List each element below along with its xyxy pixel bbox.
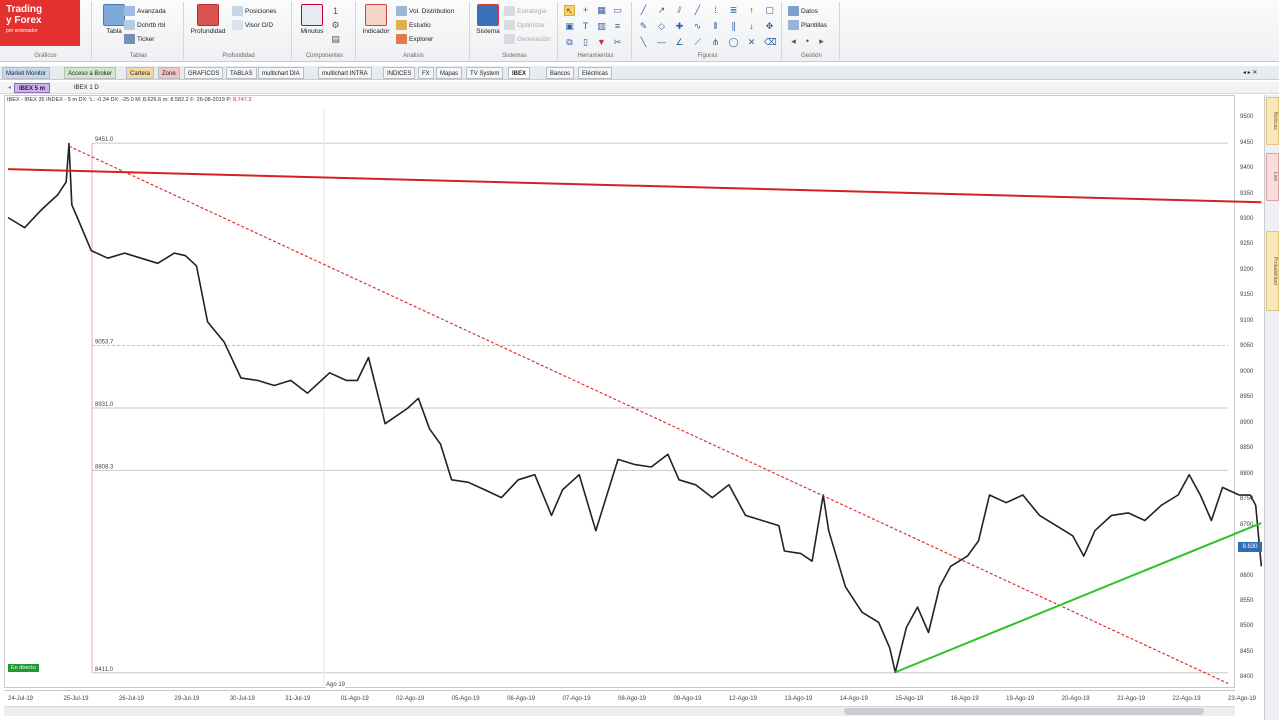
x-tick-label: 05-Ago-19	[451, 696, 480, 702]
x-tick-label: 13-Ago-19	[784, 696, 813, 702]
y-tick-label: 8450	[1240, 648, 1254, 655]
y-tick-label: 9500	[1240, 114, 1254, 121]
x-axis: 24-Jul-19 25-Jul-19 26-Jul-19 29-Jul-19 30-J…	[4, 690, 1256, 706]
horizontal-scrollbar[interactable]	[4, 706, 1235, 716]
y-tick-label: 9100	[1240, 317, 1254, 324]
trendline-bajista	[68, 145, 1229, 684]
x-tick-label: 30-Jul-19	[229, 696, 255, 702]
last-price-tag: 8.630	[1238, 542, 1262, 552]
y-tick-label: 8900	[1240, 419, 1254, 426]
y-tick-label: 9200	[1240, 266, 1254, 273]
y-tick-label: 9050	[1240, 343, 1254, 350]
y-tick-label: 8700	[1240, 521, 1254, 528]
x-tick-label: 16-Ago-19	[950, 696, 979, 702]
x-tick-label: 24-Jul-19	[8, 696, 34, 702]
x-tick-label: 12-Ago-19	[728, 696, 757, 702]
panel-tab-noticias[interactable]: Noticias	[1266, 97, 1279, 145]
x-tick-label: 23-Ago-19	[1228, 696, 1257, 702]
y-tick-label: 8550	[1240, 597, 1254, 604]
fib-level-label: 9053.7	[95, 339, 114, 345]
y-tick-label: 8750	[1240, 496, 1254, 503]
x-tick-label: 08-Ago-19	[618, 696, 647, 702]
x-tick-label: 01-Ago-19	[340, 696, 369, 702]
fib-level-label: 9451.0	[95, 137, 114, 143]
y-tick-label: 9300	[1240, 216, 1254, 223]
y-tick-label: 9450	[1240, 139, 1254, 146]
x-tick-label: 31-Jul-19	[285, 696, 311, 702]
scroll-thumb[interactable]	[844, 708, 1204, 715]
x-tick-label: 02-Ago-19	[396, 696, 425, 702]
y-tick-label: 9400	[1240, 165, 1254, 172]
x-tick-label: 29-Jul-19	[174, 696, 200, 702]
x-tick-label: 07-Ago-19	[562, 696, 591, 702]
y-tick-label: 9000	[1240, 368, 1254, 375]
panel-tab-probabilidad[interactable]: Probabilidad	[1266, 231, 1279, 311]
y-tick-label: 9150	[1240, 292, 1254, 299]
fib-level-label: 8411.0	[95, 667, 114, 673]
x-tick-label: 22-Ago-19	[1172, 696, 1201, 702]
x-tick-label: 15-Ago-19	[895, 696, 924, 702]
status-badge: En directo	[8, 664, 39, 672]
y-tick-label: 8850	[1240, 445, 1254, 452]
month-label: Ago 19	[326, 682, 346, 688]
y-tick-label: 8400	[1240, 674, 1254, 681]
panel-tab-live[interactable]: Live	[1266, 153, 1279, 201]
fib-level-label: 8931.0	[95, 402, 114, 408]
x-tick-label: 06-Ago-19	[507, 696, 536, 702]
x-tick-label: 19-Ago-19	[1006, 696, 1035, 702]
x-tick-label: 20-Ago-19	[1061, 696, 1090, 702]
y-tick-label: 9250	[1240, 241, 1254, 248]
fib-level-label: 8808.3	[95, 464, 114, 470]
x-tick-label: 25-Jul-19	[63, 696, 89, 702]
x-tick-label: 21-Ago-19	[1117, 696, 1146, 702]
y-tick-label: 8950	[1240, 394, 1254, 401]
y-tick-label: 9350	[1240, 190, 1254, 197]
x-tick-label: 26-Jul-19	[118, 696, 144, 702]
y-tick-label: 8500	[1240, 623, 1254, 630]
x-tick-label: 14-Ago-19	[839, 696, 868, 702]
right-side-panel: Noticias Live Probabilidad	[1264, 95, 1279, 720]
chart-canvas[interactable]: 9451.0 9053.7 8931.0 8808.3 8411.0	[0, 0, 1279, 720]
x-tick-label: 09-Ago-19	[673, 696, 702, 702]
y-tick-label: 8800	[1240, 470, 1254, 477]
y-tick-label: 8600	[1240, 572, 1254, 579]
trendline-resistencia	[7, 168, 1262, 204]
